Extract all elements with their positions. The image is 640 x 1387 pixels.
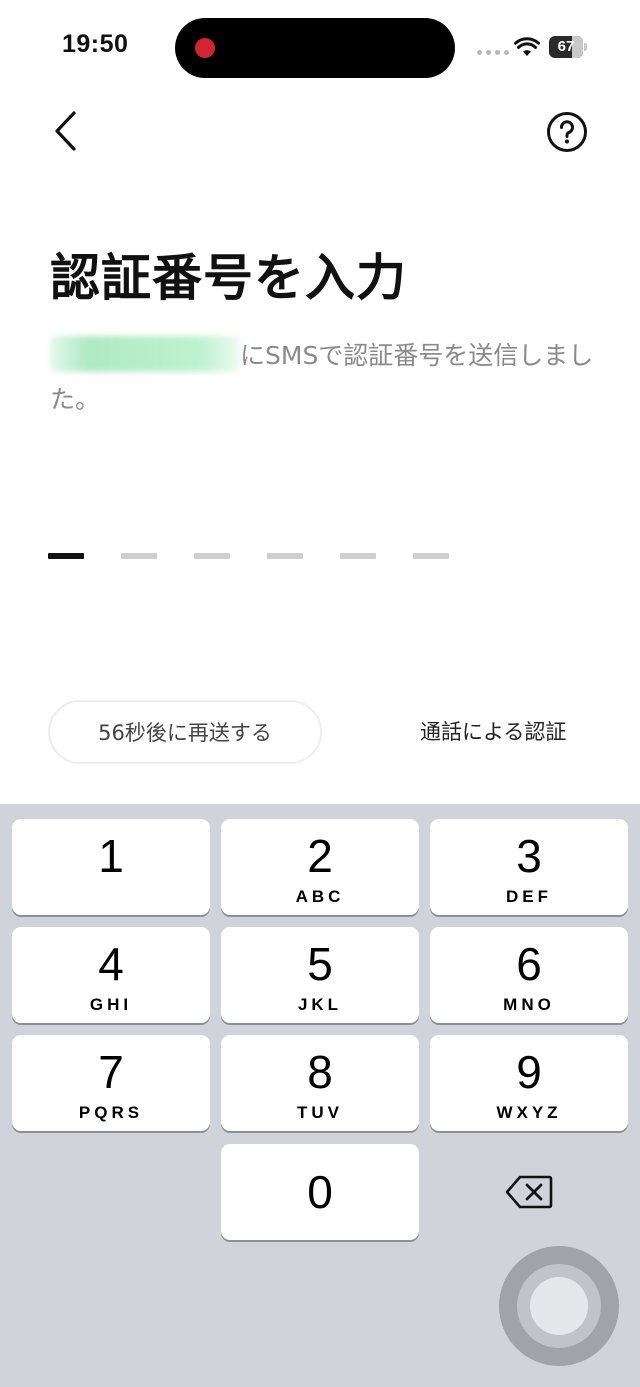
key-8[interactable]: 8 TUV — [221, 1035, 419, 1131]
call-verification-link[interactable]: 通話による認証 — [420, 716, 566, 746]
backspace-icon — [505, 1175, 553, 1209]
numeric-keypad: 1 2 ABC 3 DEF 4 GHI 5 JKL 6 MNO 7 PQRS 8 — [0, 804, 640, 1387]
screen-recording-icon — [195, 38, 215, 58]
status-time: 19:50 — [62, 30, 129, 58]
code-slot — [121, 553, 157, 559]
delete-key[interactable] — [430, 1144, 628, 1240]
assistive-touch-button[interactable] — [499, 1246, 619, 1366]
dynamic-island — [175, 18, 455, 78]
key-3[interactable]: 3 DEF — [430, 819, 628, 915]
code-slot — [413, 553, 449, 559]
resend-code-button[interactable]: 56秒後に再送する — [48, 700, 322, 764]
redacted-phone-number — [50, 336, 240, 372]
code-slot — [267, 553, 303, 559]
key-0[interactable]: 0 — [221, 1144, 419, 1240]
page-title: 認証番号を入力 — [50, 249, 407, 307]
help-button[interactable] — [545, 110, 589, 154]
status-bar: 19:50 67 — [0, 0, 640, 96]
key-7[interactable]: 7 PQRS — [12, 1035, 210, 1131]
wifi-icon — [514, 37, 540, 56]
question-circle-icon — [547, 112, 587, 152]
sms-sent-description: にSMSで認証番号を送信しました。 — [50, 334, 598, 422]
key-6[interactable]: 6 MNO — [430, 927, 628, 1023]
battery-icon: 67 — [549, 36, 587, 58]
key-5[interactable]: 5 JKL — [221, 927, 419, 1023]
code-slot — [194, 553, 230, 559]
code-slot — [48, 553, 84, 559]
sms-verification-screen: 19:50 67 認証番号を入力 にSMSで認証番号を送信しました。 56秒後に… — [0, 0, 640, 1387]
code-slot — [340, 553, 376, 559]
cellular-signal-icon — [477, 50, 509, 55]
verification-code-input[interactable] — [48, 553, 468, 561]
key-9[interactable]: 9 WXYZ — [430, 1035, 628, 1131]
battery-level: 67 — [557, 38, 575, 55]
key-2[interactable]: 2 ABC — [221, 819, 419, 915]
key-1[interactable]: 1 — [12, 819, 210, 915]
back-button[interactable] — [40, 105, 90, 157]
chevron-left-icon — [55, 111, 76, 151]
key-4[interactable]: 4 GHI — [12, 927, 210, 1023]
